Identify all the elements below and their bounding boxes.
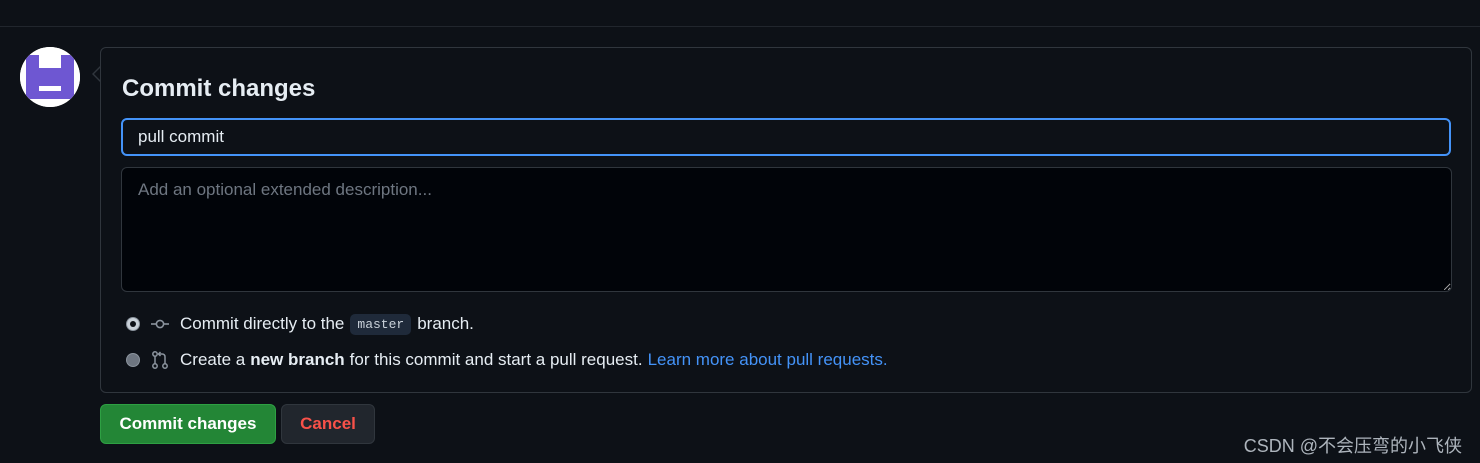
learn-more-pull-requests-link[interactable]: Learn more about pull requests. bbox=[648, 350, 888, 370]
branch-name-badge: master bbox=[350, 313, 412, 335]
new-branch-bold: new branch bbox=[250, 350, 345, 369]
cancel-button[interactable]: Cancel bbox=[281, 404, 375, 444]
commit-summary-input[interactable] bbox=[121, 118, 1451, 156]
avatar[interactable] bbox=[20, 47, 80, 107]
commit-form-panel: Commit changes Commit directly to the ma… bbox=[100, 47, 1472, 393]
commit-direct-suffix: branch. bbox=[417, 314, 474, 333]
new-branch-prefix: Create a bbox=[180, 350, 246, 369]
commit-direct-radio[interactable] bbox=[126, 317, 140, 331]
top-bar bbox=[0, 0, 1480, 27]
new-branch-option[interactable]: Create a new branch for this commit and … bbox=[126, 348, 888, 372]
git-pull-request-icon bbox=[150, 350, 170, 370]
commit-changes-button[interactable]: Commit changes bbox=[100, 404, 276, 444]
commit-direct-option[interactable]: Commit directly to the master branch. bbox=[126, 312, 474, 336]
new-branch-radio[interactable] bbox=[126, 353, 140, 367]
commit-direct-text: Commit directly to the bbox=[180, 314, 345, 333]
new-branch-middle: for this commit and start a pull request… bbox=[349, 350, 643, 369]
identicon-avatar-icon bbox=[20, 47, 80, 107]
commit-description-textarea[interactable] bbox=[121, 167, 1452, 292]
commit-form-title: Commit changes bbox=[122, 75, 316, 102]
watermark-text: CSDN @不会压弯的小飞侠 bbox=[1243, 436, 1462, 456]
git-commit-icon bbox=[150, 314, 170, 334]
